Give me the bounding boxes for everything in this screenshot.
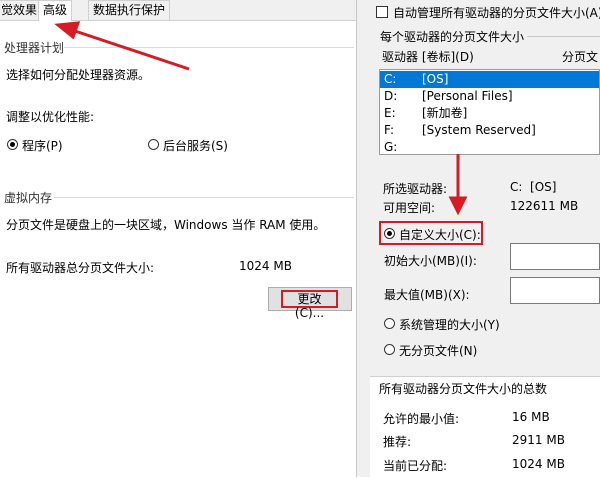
section-divider	[54, 197, 354, 198]
tab-strip: 觉效果 高级 数据执行保护	[0, 0, 356, 21]
change-button-label[interactable]: 更改(C)...	[281, 290, 338, 320]
selected-drive-value: C: [OS]	[510, 180, 557, 194]
drive-row-d[interactable]: D: [Personal Files]	[380, 88, 599, 105]
current-allocated-label: 当前已分配:	[383, 459, 448, 473]
background-services-radio[interactable]	[148, 139, 159, 150]
initial-size-label: 初始大小(MB)(I):	[384, 254, 477, 268]
adjust-label: 调整以优化性能:	[6, 110, 95, 124]
drive-row-c[interactable]: C: [OS]	[380, 71, 599, 88]
free-space-value: 122611 MB	[510, 199, 579, 213]
tab-visual-effects[interactable]: 觉效果	[0, 0, 43, 20]
min-allowed-label: 允许的最小值:	[383, 412, 460, 426]
free-space-label: 可用空间:	[383, 201, 436, 215]
initial-size-input[interactable]	[510, 243, 600, 270]
performance-options-dialog: 觉效果 高级 数据执行保护 处理器计划 选择如何分配处理器资源。 调整以优化性能…	[0, 0, 356, 477]
min-allowed-value: 16 MB	[512, 410, 550, 424]
background-services-label[interactable]: 后台服务(S)	[163, 137, 228, 154]
tab-dep[interactable]: 数据执行保护	[88, 0, 171, 20]
system-managed-radio[interactable]	[384, 318, 395, 329]
processor-desc: 选择如何分配处理器资源。	[6, 68, 151, 82]
total-paging-value: 1024 MB	[239, 259, 292, 273]
section-divider	[64, 47, 354, 48]
no-paging-radio[interactable]	[384, 344, 395, 355]
selected-drive-label: 所选驱动器:	[383, 182, 448, 196]
programs-radio[interactable]	[7, 139, 18, 150]
no-paging-label[interactable]: 无分页文件(N)	[399, 342, 477, 359]
drive-list[interactable]: C: [OS] D: [Personal Files] E: [新加卷] F: …	[379, 69, 600, 155]
drive-column-header: 驱动器 [卷标](D)	[382, 50, 474, 64]
custom-size-radio[interactable]	[384, 228, 395, 239]
custom-size-label[interactable]: 自定义大小(C):	[399, 226, 481, 243]
recommended-label: 推荐:	[383, 435, 412, 449]
drive-row-g[interactable]: G:	[380, 139, 599, 154]
max-size-input[interactable]	[510, 277, 600, 304]
total-paging-label: 所有驱动器总分页文件大小:	[6, 261, 155, 275]
auto-manage-checkbox[interactable]	[376, 6, 388, 18]
size-column-header: 分页文	[562, 50, 599, 64]
totals-title: 所有驱动器分页文件大小的总数	[379, 382, 548, 396]
system-managed-label[interactable]: 系统管理的大小(Y)	[399, 316, 500, 333]
processor-scheduling-title: 处理器计划	[4, 41, 65, 55]
drive-row-f[interactable]: F: [System Reserved]	[380, 122, 599, 139]
programs-label[interactable]: 程序(P)	[22, 137, 63, 154]
virtual-memory-desc: 分页文件是硬盘上的一块区域，Windows 当作 RAM 使用。	[6, 218, 326, 232]
tab-advanced[interactable]: 高级	[38, 0, 73, 21]
section-divider	[527, 36, 600, 37]
drive-row-e[interactable]: E: [新加卷]	[380, 105, 599, 122]
virtual-memory-title: 虚拟内存	[4, 191, 53, 205]
auto-manage-label[interactable]: 自动管理所有驱动器的分页文件大小(A)	[393, 4, 600, 21]
recommended-value: 2911 MB	[512, 433, 565, 447]
per-drive-title: 每个驱动器的分页文件大小	[380, 30, 525, 44]
current-allocated-value: 1024 MB	[512, 457, 565, 471]
max-size-label: 最大值(MB)(X):	[384, 288, 470, 302]
